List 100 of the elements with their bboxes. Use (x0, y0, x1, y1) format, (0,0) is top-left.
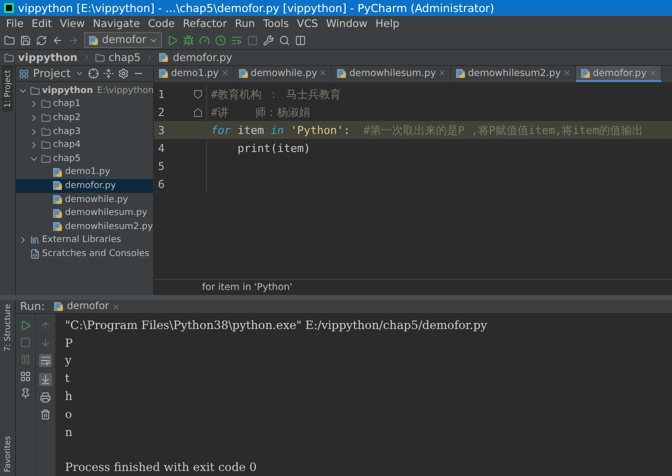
open-icon[interactable] (4, 34, 15, 46)
scroll-end-icon[interactable] (40, 374, 51, 385)
close-icon[interactable] (562, 69, 571, 77)
python-file-icon (52, 208, 63, 219)
python-icon (88, 34, 99, 46)
pin-icon[interactable] (20, 388, 31, 399)
side-tab[interactable]: 7: Structure (2, 300, 13, 356)
menu-item[interactable]: View (56, 18, 89, 30)
run-tab[interactable]: demofor (52, 301, 120, 312)
console-line: P (65, 336, 73, 350)
line-number: 6 (157, 178, 166, 190)
tree-item[interactable]: chap2 (16, 111, 153, 125)
breadcrumb[interactable]: vippython (18, 52, 78, 64)
sync-icon[interactable] (36, 34, 47, 46)
menu-item[interactable]: VCS (292, 18, 322, 30)
menu-item[interactable]: Window (322, 18, 372, 30)
folder-icon (41, 112, 51, 123)
side-tab[interactable]: Favorites (2, 432, 13, 476)
fold-icon[interactable] (194, 108, 202, 116)
wrap-icon[interactable] (40, 355, 51, 366)
python-file-icon (52, 166, 63, 178)
tree-item[interactable]: Scratches and Consoles (16, 247, 153, 261)
menu-item[interactable]: Navigate (88, 18, 144, 30)
panel-title[interactable]: Project (33, 67, 71, 80)
editor-tab[interactable]: demofor.py (576, 66, 662, 82)
tree-item[interactable]: demowhilesum.py (16, 206, 153, 220)
console-line: Process finished with exit code 0 (65, 460, 257, 474)
run-list-icon[interactable] (231, 34, 242, 46)
menu-item[interactable]: Edit (28, 18, 56, 30)
close-icon[interactable] (220, 69, 229, 77)
fold-icon[interactable] (194, 90, 202, 98)
tree-item[interactable]: demo1.py (16, 166, 153, 180)
editor-tab[interactable]: demowhile.py (234, 66, 332, 82)
project-path: E:\vippython (97, 86, 153, 96)
dropdown-icon[interactable] (74, 69, 84, 78)
console-line: h (65, 389, 72, 404)
console-line: t (65, 371, 70, 386)
menu-item[interactable]: File (2, 18, 28, 30)
project-icon (19, 68, 29, 78)
profile-icon[interactable] (215, 34, 226, 46)
folder-icon (41, 126, 51, 137)
collapse-icon[interactable] (102, 68, 114, 79)
layout-icon[interactable] (20, 371, 31, 382)
folder-icon (30, 86, 40, 96)
run-icon[interactable] (20, 320, 31, 331)
breadcrumb[interactable]: demofor.py (172, 52, 232, 64)
tree-item[interactable]: chap3 (16, 124, 153, 138)
line-number: 2 (157, 106, 166, 118)
side-tab[interactable]: 1: Project (2, 66, 13, 112)
window-title: vippython [E:\vippython] - ...\chap5\demofor.py [vippython] - PyCharm (Administrator) (18, 2, 494, 14)
tree-item[interactable]: chap1 (16, 98, 153, 112)
close-icon[interactable] (112, 302, 120, 310)
editor-tab[interactable]: demo1.py (154, 66, 234, 82)
coverage-icon[interactable] (199, 34, 210, 46)
settings-icon[interactable] (118, 68, 129, 79)
tree-item[interactable]: chap5 (16, 152, 153, 166)
menu-item[interactable]: Help (372, 18, 404, 30)
line-number: 1 (157, 88, 166, 100)
menu-item[interactable]: Code (144, 18, 179, 30)
tree-item[interactable]: vippython E:\vippython (16, 84, 153, 98)
debug-icon[interactable] (183, 34, 194, 46)
save-icon[interactable] (20, 34, 31, 46)
run-config-dropdown[interactable]: demofor (84, 32, 162, 48)
search-icon[interactable] (279, 34, 290, 46)
python-file-icon (454, 68, 466, 78)
close-icon[interactable] (438, 69, 446, 77)
tree-item[interactable]: demowhilesum2.py (16, 220, 153, 234)
python-file-icon (52, 221, 63, 232)
python-file-icon (158, 68, 169, 78)
python-file-icon (238, 68, 249, 78)
locate-icon[interactable] (88, 68, 99, 79)
folder-icon (41, 140, 51, 150)
tree-item[interactable]: demofor.py (16, 179, 153, 193)
tree-item[interactable]: chap4 (16, 138, 153, 152)
python-icon (52, 301, 64, 312)
menu-item[interactable]: Refactor (178, 18, 231, 30)
menu-item[interactable]: Tools (259, 18, 293, 30)
python-file-icon (336, 68, 348, 78)
app-icon (4, 3, 14, 13)
editor-tab[interactable]: demowhilesum.py (332, 66, 451, 82)
folder-icon (94, 52, 105, 62)
code-line: #讲 师：杨淑娟 (210, 104, 310, 120)
trash-icon[interactable] (40, 409, 51, 420)
tree-item[interactable]: demowhile.py (16, 192, 153, 206)
close-icon[interactable] (319, 69, 328, 77)
python-file-icon (158, 52, 169, 63)
library-icon (30, 235, 40, 246)
console-line: n (65, 424, 72, 439)
menu-item[interactable]: Run (230, 18, 260, 30)
python-file-icon (52, 180, 63, 192)
print-icon[interactable] (40, 392, 51, 403)
editor-tab[interactable]: demowhilesum2.py (450, 66, 576, 82)
breadcrumb[interactable]: chap5 (108, 52, 141, 64)
console-line: "C:\Program Files\Python38\python.exe" E:/vippython/chap5/demofor.py (65, 318, 488, 332)
settings-icon[interactable] (263, 34, 274, 46)
tree-item[interactable]: External Libraries (16, 234, 153, 248)
back-icon[interactable] (52, 34, 63, 46)
structure-icon[interactable] (295, 34, 306, 46)
run-icon[interactable] (167, 34, 178, 46)
code-breadcrumb[interactable]: for item in 'Python' (202, 282, 292, 293)
